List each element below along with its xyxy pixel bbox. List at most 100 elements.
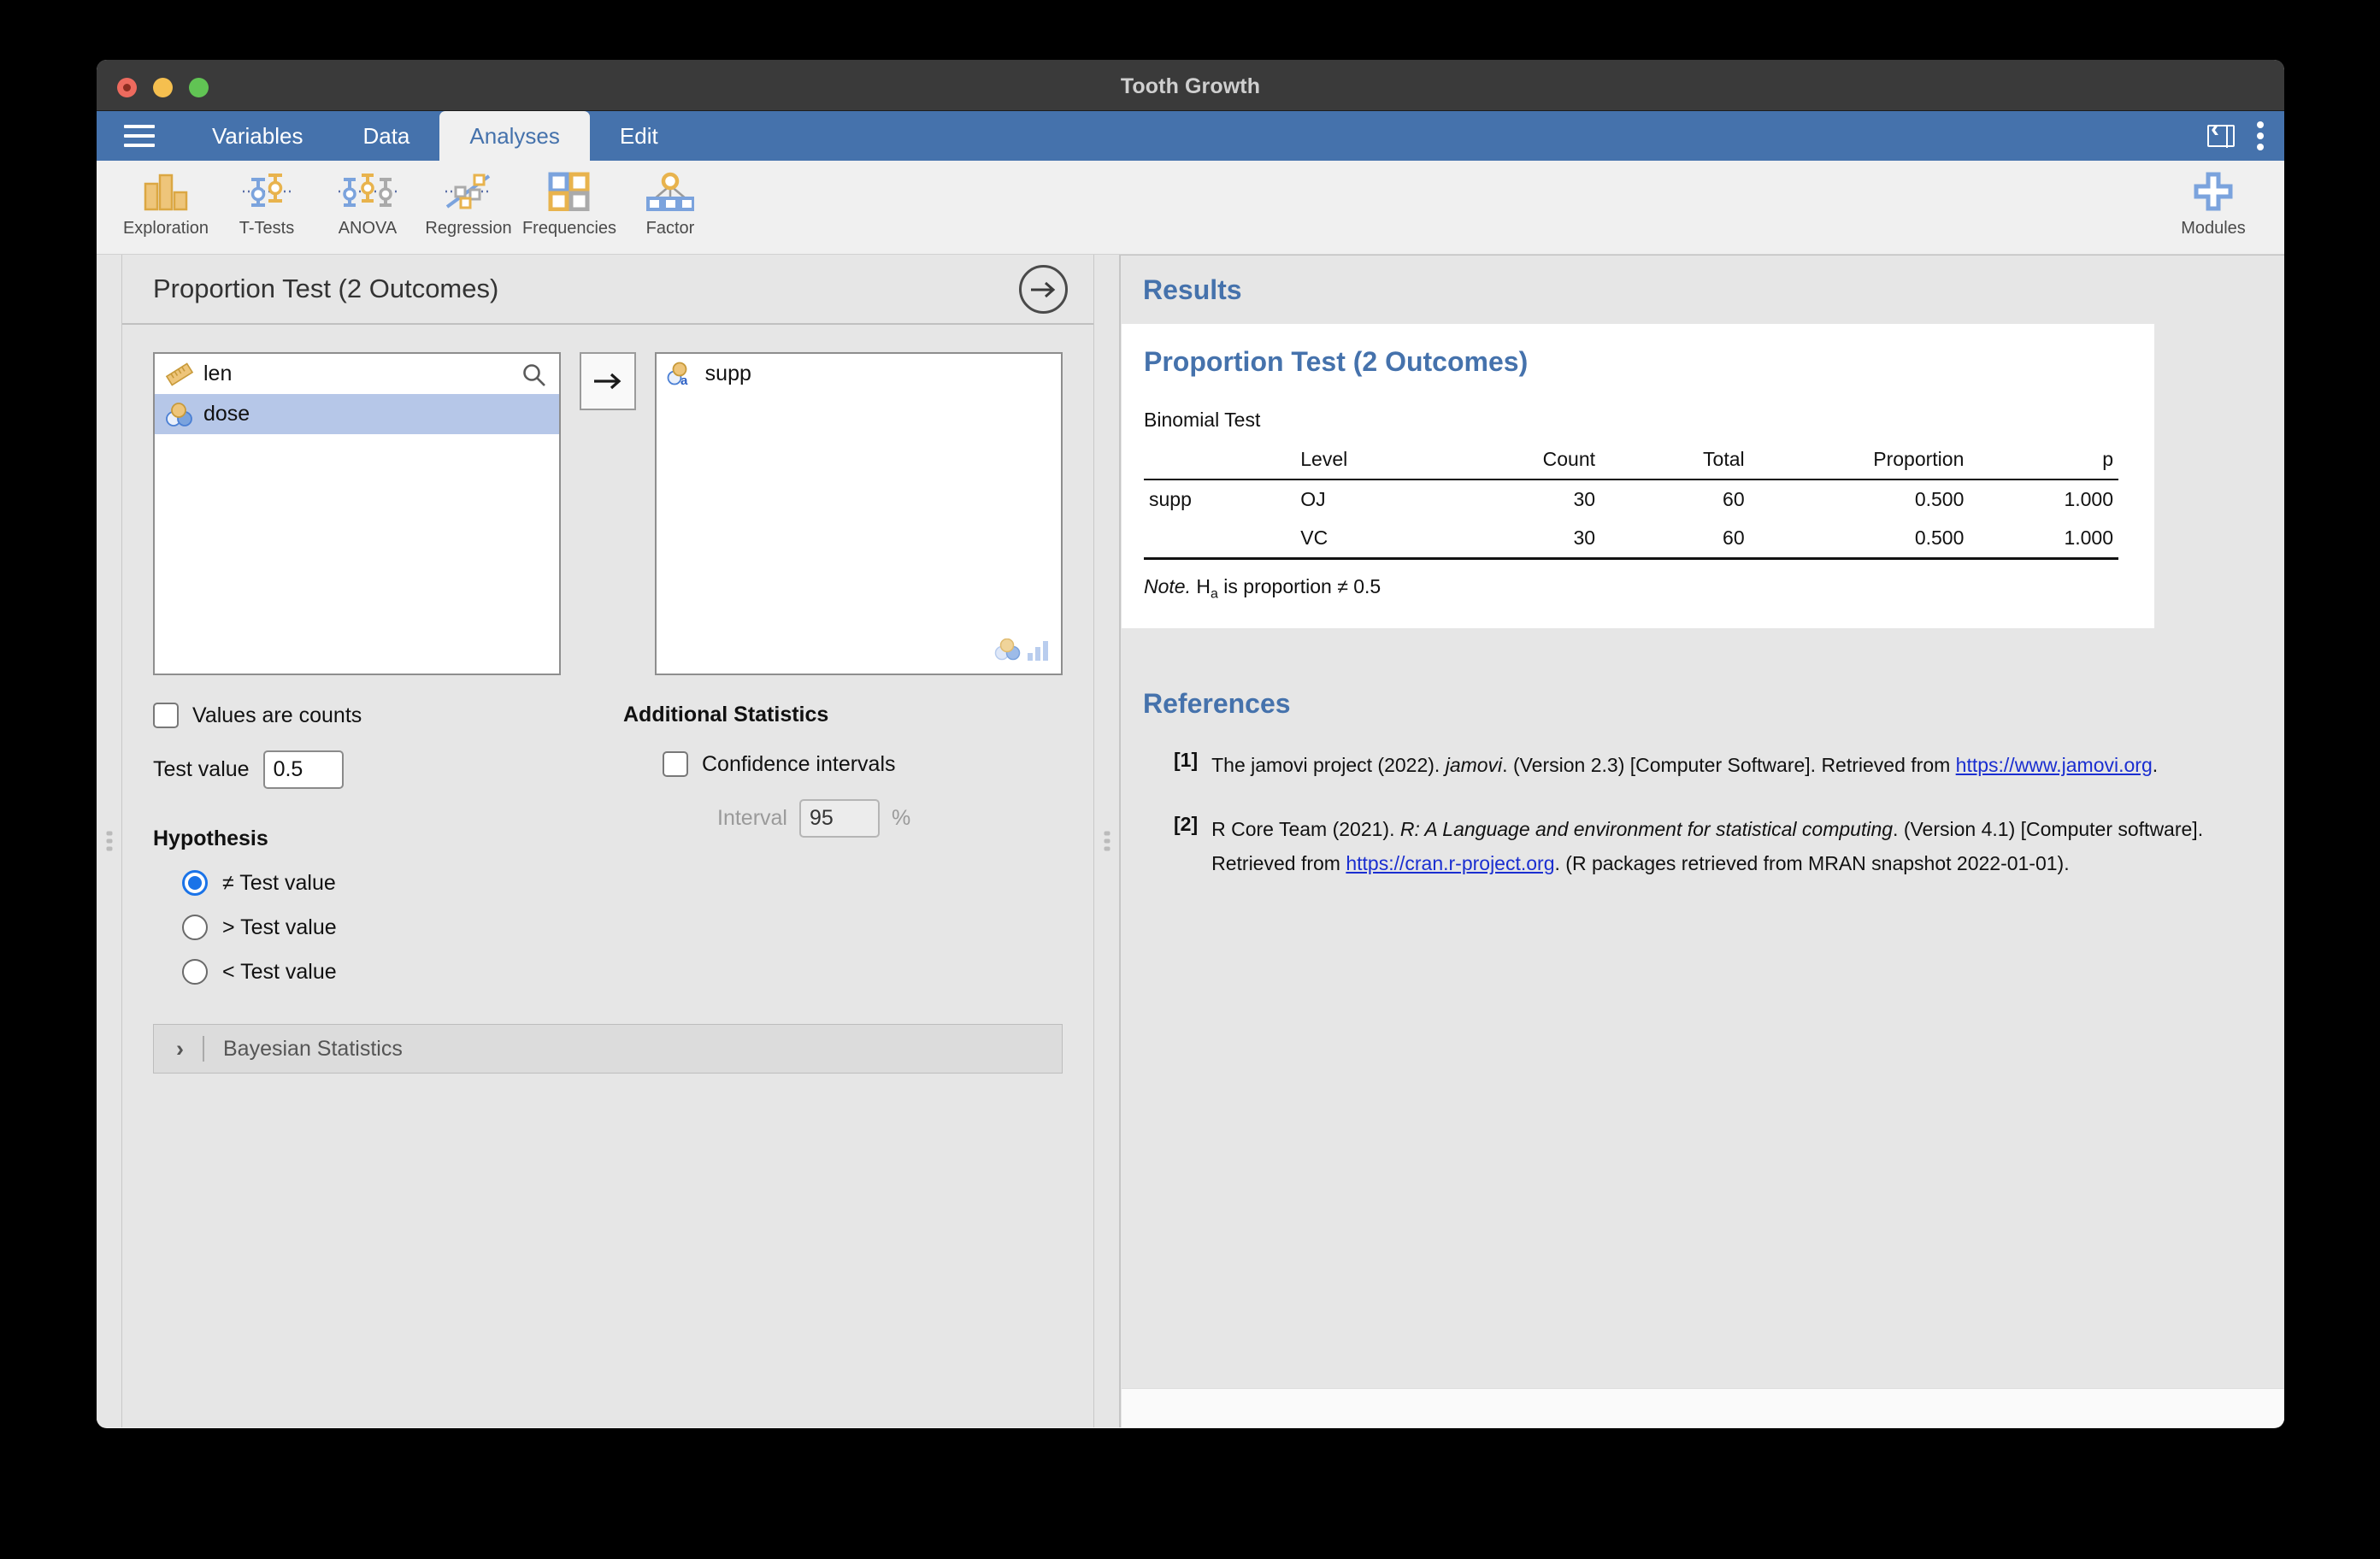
confidence-intervals-checkbox[interactable] [663, 751, 688, 777]
reference-part: . (R packages retrieved from MRAN snapsh… [1555, 852, 2070, 874]
tab-data[interactable]: Data [333, 111, 439, 161]
chevron-right-icon: › [176, 1036, 184, 1062]
cell-proportion: 0.500 [1750, 519, 1970, 559]
left-splitter[interactable] [97, 255, 122, 1427]
results-panel[interactable]: Results Proportion Test (2 Outcomes) Bin… [1120, 255, 2284, 1427]
cell-group [1144, 519, 1249, 559]
values-are-counts-row[interactable]: Values are counts [153, 703, 615, 728]
test-value-label: Test value [153, 757, 250, 782]
target-variable-box[interactable]: a supp [655, 352, 1063, 675]
kebab-menu-icon[interactable] [2257, 121, 2265, 150]
reference-italic: jamovi [1446, 754, 1502, 776]
confidence-intervals-row[interactable]: Confidence intervals [623, 751, 1063, 777]
three-error-bars-icon [337, 168, 398, 215]
variable-item-len[interactable]: len [155, 354, 559, 394]
splitter-grip [1104, 832, 1110, 851]
ribbon-button-frequencies[interactable]: Frequencies [519, 161, 620, 238]
variable-assignment-row: len dose [153, 352, 1063, 675]
radio-greater[interactable] [182, 915, 208, 940]
tab-bar-actions [2207, 121, 2265, 150]
test-value-row: Test value [153, 750, 615, 789]
table-row: VC 30 60 0.500 1.000 [1144, 519, 2118, 559]
tab-variables[interactable]: Variables [182, 111, 333, 161]
scatter-line-icon [442, 168, 495, 215]
variable-item-supp[interactable]: a supp [657, 354, 1061, 394]
source-variable-list[interactable]: len dose [153, 352, 561, 675]
note-body: H [1191, 575, 1211, 597]
ribbon-label: Frequencies [522, 219, 616, 238]
tab-analyses[interactable]: Analyses [439, 111, 590, 161]
arrow-right-icon [592, 365, 623, 398]
hypothesis-option-not-equal[interactable]: ≠ Test value [153, 870, 615, 896]
values-are-counts-checkbox[interactable] [153, 703, 179, 728]
ribbon-button-factor[interactable]: Factor [620, 161, 721, 238]
main-body: Proportion Test (2 Outcomes) [97, 255, 2284, 1427]
hypothesis-option-less[interactable]: < Test value [153, 959, 615, 985]
references-section: References [1] The jamovi project (2022)… [1121, 628, 2284, 912]
bayesian-statistics-section[interactable]: › Bayesian Statistics [153, 1024, 1063, 1074]
results-splitter[interactable] [1094, 255, 1120, 1427]
permitted-types-indicator [993, 638, 1051, 665]
collapse-panel-icon[interactable] [2207, 125, 2235, 147]
bayesian-statistics-label: Bayesian Statistics [223, 1037, 403, 1062]
reference-item: [1] The jamovi project (2022). jamovi. (… [1143, 749, 2229, 783]
title-bar: Tooth Growth [97, 60, 2284, 111]
ribbon-label: T-Tests [239, 219, 294, 238]
options-controls: Values are counts Test value Hypothesis … [153, 703, 1063, 985]
reference-item: [2] R Core Team (2021). R: A Language an… [1143, 813, 2229, 880]
tab-edit[interactable]: Edit [590, 111, 688, 161]
window-title: Tooth Growth [97, 74, 2284, 99]
confidence-intervals-label: Confidence intervals [702, 752, 896, 777]
hypothesis-heading: Hypothesis [153, 827, 615, 851]
cell-level: VC [1249, 519, 1442, 559]
options-content: len dose [122, 325, 1093, 1427]
cell-p: 1.000 [1969, 479, 2118, 519]
interval-input[interactable] [799, 799, 880, 838]
table-row: supp OJ 30 60 0.500 1.000 [1144, 479, 2118, 519]
variable-item-dose[interactable]: dose [155, 394, 559, 434]
hamburger-menu-icon[interactable] [97, 111, 182, 161]
analysis-results-block[interactable]: Proportion Test (2 Outcomes) Binomial Te… [1122, 324, 2154, 628]
arrow-right-circle-icon[interactable] [1019, 265, 1068, 314]
factor-tree-icon [646, 168, 694, 215]
radio-not-equal[interactable] [182, 870, 208, 896]
column-header-p: p [1969, 440, 2118, 479]
interval-unit: % [892, 806, 910, 831]
ribbon-button-anova[interactable]: ANOVA [317, 161, 418, 238]
options-left-column: Values are counts Test value Hypothesis … [153, 703, 615, 985]
cell-group: supp [1144, 479, 1249, 519]
test-value-input[interactable] [263, 750, 344, 789]
ribbon-button-t-tests[interactable]: T-Tests [216, 161, 317, 238]
cell-count: 30 [1442, 479, 1600, 519]
transfer-variable-button[interactable] [580, 352, 635, 410]
reference-part: The jamovi project (2022). [1211, 754, 1446, 776]
search-icon[interactable] [521, 362, 547, 392]
binomial-test-table: Level Count Total Proportion p supp OJ 3… [1144, 440, 2118, 560]
ribbon-button-exploration[interactable]: Exploration [115, 161, 216, 238]
cell-level: OJ [1249, 479, 1442, 519]
ribbon-label: Factor [646, 219, 695, 238]
modules-label: Modules [2181, 219, 2246, 238]
ribbon-label: Exploration [123, 219, 209, 238]
column-header-group [1144, 440, 1249, 479]
reference-text: The jamovi project (2022). jamovi. (Vers… [1211, 749, 2158, 783]
bar-chart-icon [143, 168, 189, 215]
reference-link[interactable]: https://cran.r-project.org [1346, 852, 1554, 874]
interval-label: Interval [717, 806, 787, 831]
column-header-total: Total [1600, 440, 1750, 479]
radio-label: < Test value [222, 960, 337, 985]
results-header: Results [1121, 256, 2284, 324]
radio-less[interactable] [182, 959, 208, 985]
values-are-counts-label: Values are counts [192, 703, 362, 728]
note-tail: is proportion ≠ 0.5 [1218, 575, 1381, 597]
reference-link[interactable]: https://www.jamovi.org [1956, 754, 2153, 776]
results-bottom-strip [1122, 1388, 2284, 1427]
svg-text:a: a [680, 374, 688, 387]
additional-statistics-heading: Additional Statistics [623, 703, 1063, 727]
modules-button[interactable]: Modules [2163, 168, 2264, 238]
options-header: Proportion Test (2 Outcomes) [122, 255, 1093, 325]
ribbon-button-regression[interactable]: Regression [418, 161, 519, 238]
nominal-text-measure-icon: a [667, 362, 696, 387]
hypothesis-option-greater[interactable]: > Test value [153, 915, 615, 940]
reference-number: [1] [1143, 749, 1198, 783]
